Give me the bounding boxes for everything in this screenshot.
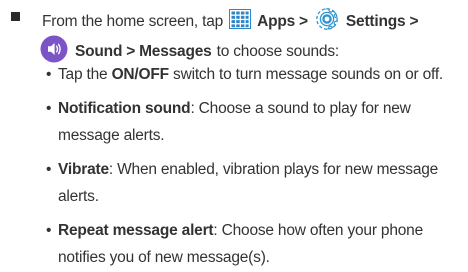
item-line1: : When enabled, vibration plays for new …	[108, 161, 439, 178]
item-bold-notification: Notification sound	[58, 100, 191, 117]
item-bold-repeat: Repeat message alert	[58, 222, 214, 239]
intro-line-1: From the home screen, tap Apps > Setting…	[42, 6, 419, 38]
item-line2: notifies you of new message(s).	[58, 249, 270, 266]
apps-grid-icon	[229, 9, 252, 35]
separator-1: >	[299, 13, 308, 30]
settings-label: Settings	[345, 13, 406, 30]
bullet-dot: •	[46, 66, 52, 83]
item-text-pre: Tap the	[58, 66, 108, 83]
apps-label: Apps	[257, 13, 296, 30]
item-line1: : Choose a sound to play for new	[190, 100, 411, 117]
list-item-vibrate-cont: alerts.	[58, 185, 99, 208]
intro-lead: From the home screen, tap	[42, 13, 224, 30]
item-line1: : Choose how often your phone	[213, 222, 424, 239]
square-bullet-icon	[11, 12, 20, 21]
item-bold-onoff: ON/OFF	[111, 66, 170, 83]
instruction-page: From the home screen, tap Apps > Setting…	[0, 0, 468, 272]
list-item-onoff: • Tap the ON/OFF switch to turn message s…	[46, 63, 443, 86]
item-text-post: switch to turn message sounds on or off.	[173, 66, 444, 83]
list-item-repeat-alert-cont: notifies you of new message(s).	[58, 246, 270, 269]
item-bold-vibrate: Vibrate	[58, 161, 109, 178]
separator-3: >	[126, 43, 136, 60]
list-item-repeat-alert: • Repeat message alert: Choose how often …	[46, 219, 423, 242]
item-line2: message alerts.	[58, 127, 165, 144]
messages-label: Messages	[139, 43, 212, 60]
list-item-vibrate: • Vibrate: When enabled, vibration plays …	[46, 158, 438, 181]
list-item-notification-sound: • Notification sound: Choose a sound to p…	[46, 97, 411, 120]
settings-gear-icon	[314, 6, 340, 38]
bullet-dot: •	[46, 100, 52, 117]
sound-label: Sound	[75, 43, 123, 60]
bullet-dot: •	[46, 222, 52, 239]
item-line2: alerts.	[58, 188, 99, 205]
bullet-dot: •	[46, 161, 52, 178]
list-item-notification-sound-cont: message alerts.	[58, 124, 165, 147]
separator-2: >	[409, 13, 419, 30]
intro-tail: to choose sounds:	[216, 43, 340, 60]
